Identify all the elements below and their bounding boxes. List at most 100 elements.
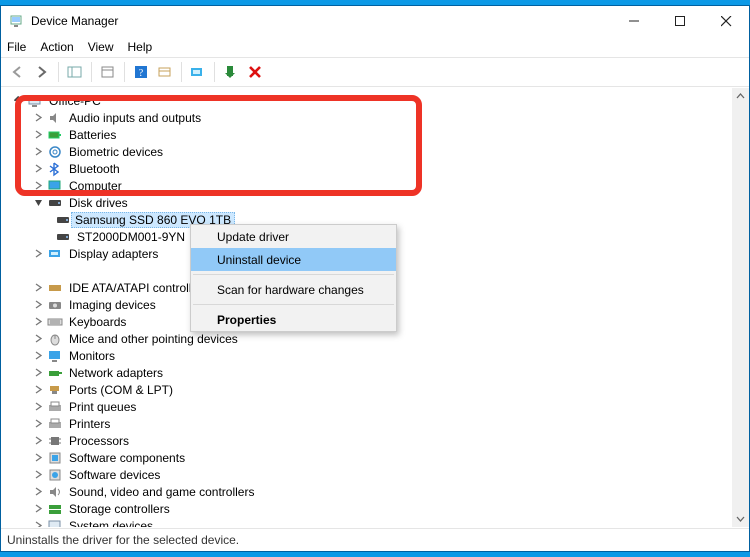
- statusbar: Uninstalls the driver for the selected d…: [1, 528, 749, 551]
- scan-hardware-button[interactable]: [187, 61, 209, 83]
- tree-category[interactable]: Biometric devices: [9, 143, 749, 160]
- expand-toggle[interactable]: [31, 196, 45, 210]
- show-hide-tree-button[interactable]: [64, 61, 86, 83]
- expand-toggle[interactable]: [31, 451, 45, 465]
- expand-toggle[interactable]: [31, 128, 45, 142]
- keyboard-icon: [47, 314, 63, 330]
- action-button[interactable]: [154, 61, 176, 83]
- help-button[interactable]: ?: [130, 61, 152, 83]
- update-driver-button[interactable]: [220, 61, 242, 83]
- computer-icon: [47, 178, 63, 194]
- expand-toggle[interactable]: [31, 111, 45, 125]
- expand-toggle[interactable]: [31, 315, 45, 329]
- minimize-button[interactable]: [611, 6, 657, 36]
- expand-toggle[interactable]: [31, 162, 45, 176]
- tree-category[interactable]: Bluetooth: [9, 160, 749, 177]
- close-button[interactable]: [703, 6, 749, 36]
- tree-category[interactable]: Print queues: [9, 398, 749, 415]
- expand-toggle[interactable]: [31, 468, 45, 482]
- expand-toggle[interactable]: [31, 281, 45, 295]
- ctx-scan-hardware[interactable]: Scan for hardware changes: [191, 278, 396, 301]
- menubar: File Action View Help: [1, 36, 749, 57]
- tree-category[interactable]: Batteries: [9, 126, 749, 143]
- tree-category[interactable]: Network adapters: [9, 364, 749, 381]
- device-manager-window: Device Manager File Action View Help ?: [0, 5, 750, 552]
- properties-button[interactable]: [97, 61, 119, 83]
- menu-view[interactable]: View: [88, 40, 114, 54]
- expand-toggle[interactable]: [31, 179, 45, 193]
- ctx-update-driver[interactable]: Update driver: [191, 225, 396, 248]
- menu-action[interactable]: Action: [40, 40, 73, 54]
- expand-toggle[interactable]: [11, 94, 25, 108]
- network-adapter-icon: [47, 365, 63, 381]
- ctx-properties[interactable]: Properties: [191, 308, 396, 331]
- forward-button[interactable]: [31, 61, 53, 83]
- expand-toggle[interactable]: [31, 332, 45, 346]
- toolbar-separator: [91, 62, 92, 82]
- expand-toggle[interactable]: [31, 400, 45, 414]
- expand-toggle[interactable]: [31, 349, 45, 363]
- monitor-icon: [47, 348, 63, 364]
- tree-category[interactable]: System devices: [9, 517, 749, 527]
- uninstall-device-button[interactable]: [244, 61, 266, 83]
- statusbar-text: Uninstalls the driver for the selected d…: [7, 533, 239, 547]
- window-controls: [611, 6, 749, 36]
- expand-toggle[interactable]: [31, 434, 45, 448]
- biometric-icon: [47, 144, 63, 160]
- storage-controller-icon: [47, 501, 63, 517]
- expand-toggle[interactable]: [31, 247, 45, 261]
- expand-toggle[interactable]: [31, 145, 45, 159]
- context-menu: Update driver Uninstall device Scan for …: [190, 224, 397, 332]
- toolbar-separator: [214, 62, 215, 82]
- ctx-separator: [193, 274, 394, 275]
- tree-root[interactable]: Office-PC: [9, 92, 749, 109]
- menu-file[interactable]: File: [7, 40, 26, 54]
- back-button[interactable]: [7, 61, 29, 83]
- expand-toggle[interactable]: [31, 366, 45, 380]
- toolbar-separator: [181, 62, 182, 82]
- expand-toggle[interactable]: [31, 519, 45, 528]
- window-title: Device Manager: [31, 14, 611, 28]
- tree-category[interactable]: Computer: [9, 177, 749, 194]
- vertical-scrollbar[interactable]: [732, 88, 749, 527]
- tree-category[interactable]: Monitors: [9, 347, 749, 364]
- tree-category[interactable]: Software components: [9, 449, 749, 466]
- toolbar: ?: [1, 57, 749, 87]
- ports-icon: [47, 382, 63, 398]
- toolbar-separator: [58, 62, 59, 82]
- tree-category[interactable]: Sound, video and game controllers: [9, 483, 749, 500]
- ctx-uninstall-device[interactable]: Uninstall device: [191, 248, 396, 271]
- tree-category[interactable]: Storage controllers: [9, 500, 749, 517]
- scroll-down-button[interactable]: [732, 510, 749, 527]
- battery-icon: [47, 127, 63, 143]
- menu-help[interactable]: Help: [128, 40, 153, 54]
- toolbar-separator: [124, 62, 125, 82]
- scroll-up-button[interactable]: [732, 88, 749, 105]
- tree-category[interactable]: Mice and other pointing devices: [9, 330, 749, 347]
- expand-toggle[interactable]: [31, 502, 45, 516]
- expand-toggle[interactable]: [31, 485, 45, 499]
- maximize-button[interactable]: [657, 6, 703, 36]
- bluetooth-icon: [47, 161, 63, 177]
- svg-text:?: ?: [139, 68, 144, 79]
- tree-category[interactable]: Software devices: [9, 466, 749, 483]
- tree-category[interactable]: Audio inputs and outputs: [9, 109, 749, 126]
- expand-toggle[interactable]: [31, 383, 45, 397]
- mouse-icon: [47, 331, 63, 347]
- disk-drive-icon: [55, 212, 71, 228]
- ide-icon: [47, 280, 63, 296]
- scroll-track[interactable]: [732, 105, 749, 510]
- expand-toggle[interactable]: [31, 417, 45, 431]
- expand-toggle[interactable]: [31, 298, 45, 312]
- tree-category[interactable]: Processors: [9, 432, 749, 449]
- display-adapter-icon: [47, 246, 63, 262]
- tree-category[interactable]: Printers: [9, 415, 749, 432]
- imaging-icon: [47, 297, 63, 313]
- system-device-icon: [47, 518, 63, 528]
- tree-category-disk-drives[interactable]: Disk drives: [9, 194, 749, 211]
- print-queue-icon: [47, 399, 63, 415]
- root-label: Office-PC: [47, 94, 103, 108]
- tree-category[interactable]: Ports (COM & LPT): [9, 381, 749, 398]
- titlebar[interactable]: Device Manager: [1, 6, 749, 36]
- software-device-icon: [47, 467, 63, 483]
